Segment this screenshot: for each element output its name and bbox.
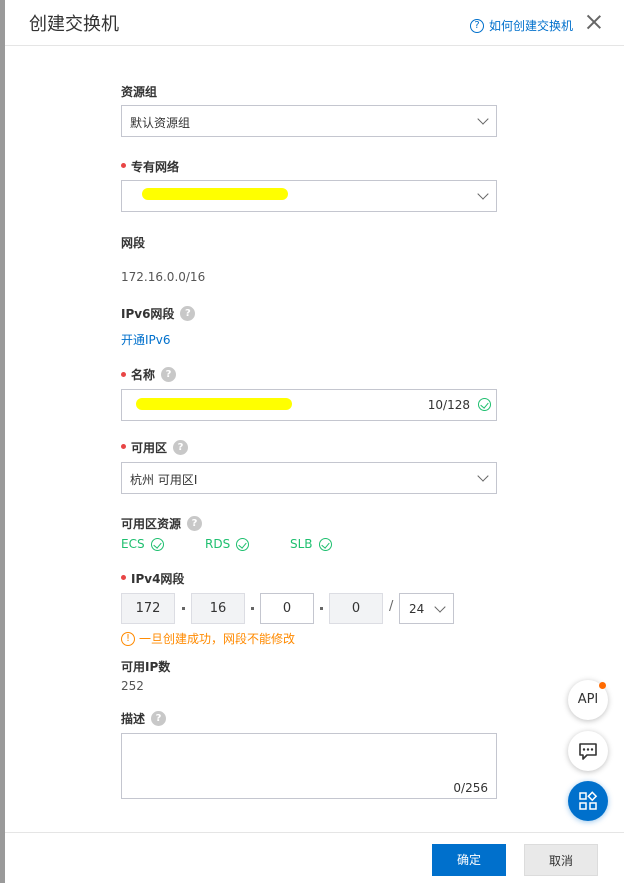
- zone-label: 可用区 ?: [131, 439, 189, 456]
- help-link[interactable]: ? 如何创建交换机: [470, 17, 573, 34]
- ipv4-octet-4: 0: [329, 593, 383, 624]
- ipv6-label-text: IPv6网段: [121, 307, 175, 321]
- enable-ipv6-link[interactable]: 开通IPv6: [121, 331, 171, 348]
- chevron-down-icon: [477, 470, 489, 482]
- left-edge-bar: [0, 0, 5, 883]
- resource-rds-label: RDS: [205, 537, 231, 551]
- notification-dot: [599, 682, 606, 689]
- name-label: 名称 ?: [131, 366, 177, 383]
- close-icon[interactable]: [585, 13, 603, 31]
- question-icon[interactable]: ?: [173, 440, 189, 455]
- ipv4-warning: ! 一旦创建成功，网段不能修改: [121, 630, 295, 647]
- available-ips-label-text: 可用IP数: [121, 660, 171, 674]
- chevron-down-icon: [477, 113, 489, 125]
- required-marker: [121, 575, 126, 580]
- ipv4-dot-separator: [182, 607, 185, 610]
- check-circle-icon: [318, 537, 332, 551]
- description-char-counter: 0/256: [453, 781, 488, 795]
- available-ips-value: 252: [121, 679, 144, 693]
- chat-button[interactable]: [568, 731, 608, 771]
- required-marker: [121, 444, 126, 449]
- zone-resources-label: 可用区资源 ?: [121, 515, 203, 532]
- ipv4-octet-1: 172: [121, 593, 175, 624]
- name-char-counter: 10/128: [427, 398, 470, 412]
- question-icon[interactable]: ?: [180, 306, 196, 321]
- confirm-button[interactable]: 确定: [432, 844, 506, 876]
- ipv4-label-text: IPv4网段: [131, 572, 185, 586]
- required-marker: [121, 163, 126, 168]
- redaction-mark: [142, 188, 288, 200]
- api-button[interactable]: API: [568, 680, 608, 720]
- check-circle-icon: [150, 537, 164, 551]
- resource-ecs-label: ECS: [121, 537, 145, 551]
- api-button-label: API: [577, 692, 599, 707]
- ipv4-dot-separator: [251, 607, 254, 610]
- description-label: 描述 ?: [121, 710, 167, 727]
- chevron-down-icon: [477, 188, 489, 200]
- vpc-label-text: 专有网络: [131, 160, 180, 174]
- check-circle-icon: [236, 537, 250, 551]
- warning-icon: !: [121, 631, 135, 646]
- network-segment-label-text: 网段: [121, 236, 146, 250]
- available-ips-label: 可用IP数: [121, 658, 170, 675]
- description-textarea[interactable]: 0/256: [121, 733, 497, 799]
- cancel-button[interactable]: 取消: [524, 844, 598, 876]
- chevron-down-icon: [434, 601, 446, 613]
- dialog-title: 创建交换机: [29, 14, 119, 35]
- help-link-label: 如何创建交换机: [489, 19, 574, 33]
- network-segment-label: 网段: [121, 234, 145, 251]
- ipv4-octet-3[interactable]: 0: [260, 593, 314, 624]
- ipv4-label: IPv4网段: [131, 570, 184, 587]
- apps-grid-icon: [579, 791, 598, 810]
- name-input[interactable]: 10/128: [121, 389, 497, 421]
- question-circle-icon: ?: [470, 18, 484, 33]
- required-marker: [121, 372, 126, 377]
- subnet-mask-select[interactable]: 24: [399, 593, 454, 624]
- name-label-text: 名称: [131, 368, 156, 382]
- question-icon[interactable]: ?: [161, 367, 177, 382]
- resource-ecs: ECS: [121, 537, 164, 551]
- ipv4-octet-2: 16: [191, 593, 245, 624]
- chat-icon: [579, 743, 597, 760]
- subnet-mask-value: 24: [409, 602, 425, 616]
- zone-resources-label-text: 可用区资源: [121, 517, 182, 531]
- redaction-mark: [136, 398, 292, 410]
- description-label-text: 描述: [121, 712, 146, 726]
- resource-slb-label: SLB: [290, 537, 313, 551]
- resource-group-select[interactable]: 默认资源组: [121, 105, 497, 137]
- question-icon[interactable]: ?: [151, 711, 167, 726]
- vpc-select[interactable]: [121, 180, 497, 212]
- ipv4-dot-separator: [320, 607, 323, 610]
- check-circle-icon: [478, 398, 491, 411]
- resource-rds: RDS: [205, 537, 250, 551]
- dialog-header: 创建交换机 ? 如何创建交换机: [5, 0, 624, 46]
- ipv6-label: IPv6网段 ?: [121, 305, 196, 322]
- question-icon[interactable]: ?: [187, 516, 203, 531]
- vpc-label: 专有网络: [131, 158, 179, 175]
- resource-group-label: 资源组: [121, 83, 157, 100]
- apps-button[interactable]: [568, 781, 608, 821]
- zone-label-text: 可用区: [131, 441, 168, 455]
- network-segment-value: 172.16.0.0/16: [121, 270, 206, 284]
- ipv4-warning-text: 一旦创建成功，网段不能修改: [139, 632, 296, 646]
- resource-group-label-text: 资源组: [121, 85, 158, 99]
- zone-select[interactable]: 杭州 可用区I: [121, 462, 497, 494]
- resource-group-value: 默认资源组: [130, 116, 191, 130]
- resource-slb: SLB: [290, 537, 332, 551]
- zone-value: 杭州 可用区I: [130, 473, 198, 487]
- ipv4-slash: /: [389, 599, 394, 614]
